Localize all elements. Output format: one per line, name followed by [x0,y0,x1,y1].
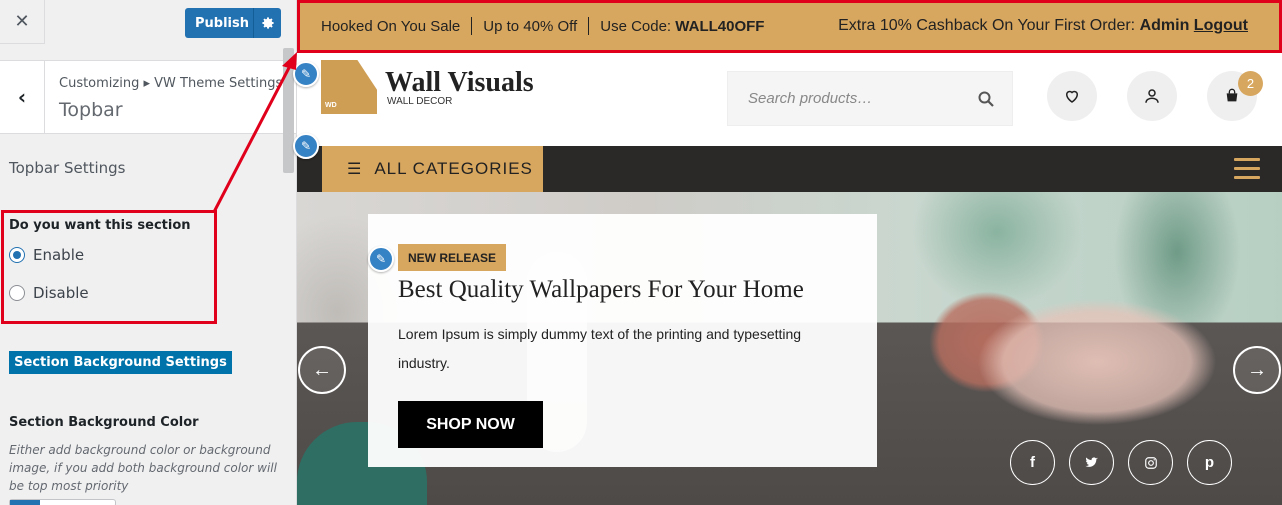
search-box[interactable]: Search products… [727,71,1013,126]
close-icon: ✕ [14,11,30,32]
annotation-highlight-box [1,210,217,324]
close-customizer-button[interactable]: ✕ [0,0,45,44]
pinterest-icon[interactable]: p [1187,440,1232,485]
all-categories-button[interactable]: ☰ ALL CATEGORIES [322,146,543,192]
chevron-left-icon: ‹ [17,85,27,109]
all-categories-label: ALL CATEGORIES [374,159,533,178]
instagram-icon[interactable] [1128,440,1173,485]
hero-badge: NEW RELEASE [398,244,507,271]
color-picker-button[interactable] [9,499,116,505]
breadcrumb: Customizing ▸ VW Theme Settings [59,76,283,91]
heart-icon [1065,90,1079,103]
twitter-icon[interactable] [1069,440,1114,485]
facebook-icon[interactable]: f [1010,440,1055,485]
sidebar-header-bar: ✕ Publish [0,0,296,44]
hero-description: Lorem Ipsum is simply dummy text of the … [398,326,802,371]
panel-header: ‹ Customizing ▸ VW Theme Settings Topbar [0,60,296,134]
shop-now-button[interactable]: SHOP NOW [398,401,543,448]
sidebar-scrollbar[interactable] [283,48,294,173]
section-background-settings-button[interactable]: Section Background Settings [9,351,232,374]
search-input[interactable]: Search products… [748,90,872,107]
gear-icon[interactable] [253,8,281,38]
bg-color-label: Section Background Color [9,415,199,430]
search-icon[interactable] [976,89,996,109]
slider-prev-button[interactable]: ← [298,346,346,394]
customizer-sidebar: ✕ Publish ‹ Customizing ▸ VW Theme Setti… [0,0,297,505]
main-nav: ☰ ALL CATEGORIES [297,146,1282,192]
section-heading: Topbar Settings [9,159,126,177]
hamburger-menu-icon[interactable] [1234,158,1260,180]
wishlist-button[interactable] [1047,71,1097,121]
shopping-bag-icon [1226,88,1238,102]
instagram-glyph-icon [1144,456,1157,469]
bg-color-description: Either add background color or backgroun… [9,443,277,493]
site-title[interactable]: Wall Visuals [385,67,534,99]
site-header: WD Wall Visuals WALL DECOR Search produc… [297,53,1282,146]
hero-card: NEW RELEASE Best Quality Wallpapers For … [368,214,877,467]
color-swatch [10,500,40,505]
publish-label: Publish [195,15,249,31]
back-button[interactable]: ‹ [0,61,45,133]
account-button[interactable] [1127,71,1177,121]
menu-icon: ☰ [347,161,363,178]
arrow-left-icon: ← [312,358,332,381]
hero-title: Best Quality Wallpapers For Your Home [398,276,804,303]
publish-button[interactable]: Publish [185,8,281,38]
user-icon [1145,89,1159,103]
slider-next-button[interactable]: → [1233,346,1281,394]
edit-shortcut-icon[interactable]: ✎ [293,61,319,87]
logo-mark-text: WD [325,102,337,109]
annotation-highlight-box [297,0,1282,53]
cart-count-badge: 2 [1238,71,1263,96]
twitter-bird-icon [1085,457,1098,467]
edit-shortcut-icon[interactable]: ✎ [293,133,319,159]
arrow-right-icon: → [1247,358,1267,381]
site-tagline: WALL DECOR [387,96,453,107]
panel-title: Topbar [59,99,123,121]
edit-shortcut-icon[interactable]: ✎ [368,246,394,272]
logo-mark[interactable]: WD [321,60,377,114]
